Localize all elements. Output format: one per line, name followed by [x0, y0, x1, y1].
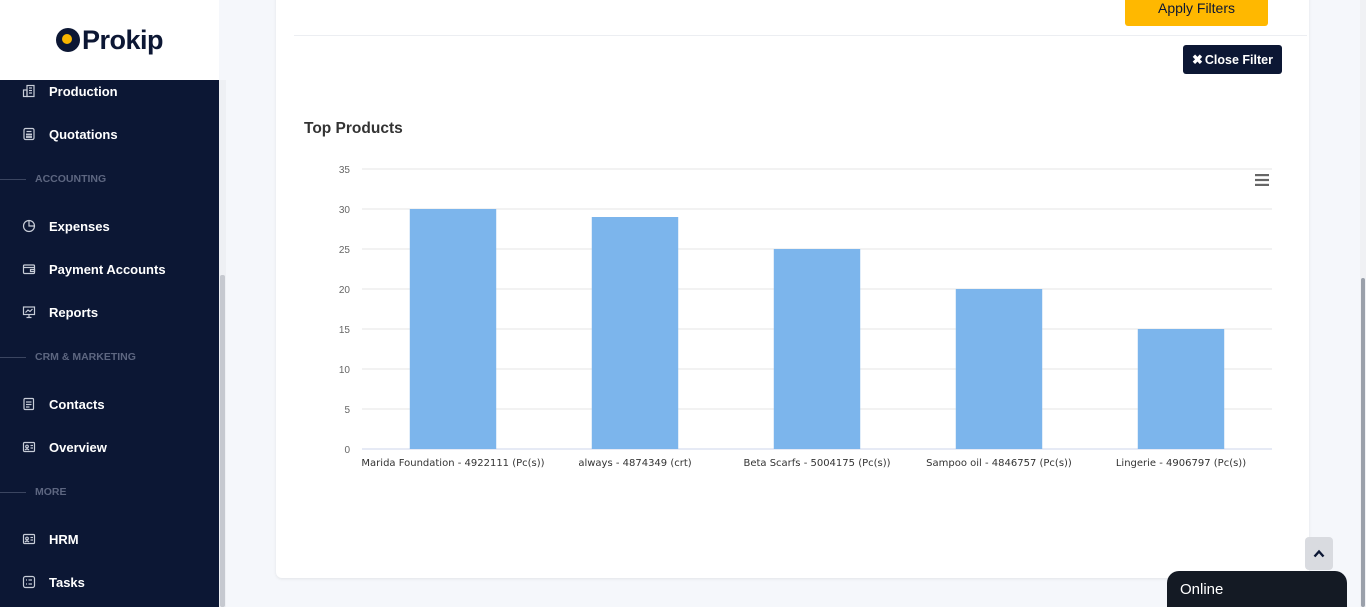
- sidebar-item-label: Payment Accounts: [49, 261, 166, 277]
- sidebar-item-label: Expenses: [49, 218, 110, 234]
- close-icon: ✖: [1192, 51, 1203, 67]
- scroll-to-top-button[interactable]: [1305, 537, 1333, 570]
- logo-mark-icon: [55, 28, 80, 52]
- bar: [1137, 329, 1225, 449]
- brand-logo[interactable]: Prokip: [55, 24, 164, 56]
- online-status-label: Online: [1180, 580, 1224, 598]
- y-tick-label: 10: [339, 365, 351, 376]
- contacts-icon: [22, 397, 36, 411]
- y-tick-label: 0: [344, 445, 350, 456]
- y-tick-label: 15: [339, 325, 351, 336]
- x-tick-label: Lingerie - 4906797 (Pc(s)): [1116, 458, 1246, 469]
- main-content: Apply Filters ✖ Close Filter Top Product…: [226, 0, 1366, 607]
- id-card-icon: [22, 532, 36, 546]
- sidebar-item-production[interactable]: Production: [0, 76, 219, 106]
- id-card-icon: [22, 440, 36, 454]
- page-scrollbar[interactable]: [1360, 0, 1366, 607]
- sidebar-item-label: Quotations: [49, 126, 118, 142]
- sidebar-scrollbar[interactable]: [219, 80, 226, 607]
- sidebar-scrollbar-thumb[interactable]: [220, 275, 225, 607]
- sidebar-item-expenses[interactable]: Expenses: [0, 211, 219, 241]
- section-accounting: ACCOUNTING: [0, 171, 219, 187]
- brand-name: Prokip: [81, 24, 164, 55]
- sidebar-item-label: Reports: [49, 304, 99, 320]
- y-tick-label: 20: [339, 285, 351, 296]
- section-more: MORE: [0, 484, 219, 500]
- sidebar-item-reports[interactable]: Reports: [0, 297, 219, 327]
- tasks-icon: [22, 575, 36, 589]
- y-tick-label: 30: [339, 205, 351, 216]
- page-scrollbar-thumb[interactable]: [1361, 278, 1365, 607]
- chevron-up-icon: [1313, 549, 1325, 558]
- sidebar-item-overview[interactable]: Overview: [0, 432, 219, 462]
- chart-title: Top Products: [304, 120, 403, 137]
- bar: [591, 217, 679, 449]
- sidebar-item-label: HRM: [49, 531, 79, 547]
- pie-icon: [22, 219, 36, 233]
- section-crm-marketing: CRM & MARKETING: [0, 349, 219, 365]
- sidebar-item-tasks[interactable]: Tasks: [0, 567, 219, 597]
- sidebar-item-quotations[interactable]: Quotations: [0, 119, 219, 149]
- sidebar-item-label: Overview: [49, 439, 107, 455]
- sidebar: Prokip Production Quotations ACCOUNTING …: [0, 0, 219, 607]
- sidebar-item-label: Tasks: [49, 574, 85, 590]
- apply-filters-button[interactable]: Apply Filters: [1125, 0, 1268, 26]
- calculator-icon: [22, 127, 36, 141]
- x-tick-label: Beta Scarfs - 5004175 (Pc(s)): [743, 458, 890, 469]
- y-tick-label: 5: [344, 405, 350, 416]
- close-filter-label: Close Filter: [1204, 52, 1273, 67]
- logo-area: Prokip: [0, 0, 219, 80]
- close-filter-button[interactable]: ✖ Close Filter: [1183, 45, 1282, 74]
- wallet-icon: [22, 262, 36, 276]
- bar: [409, 209, 497, 449]
- y-tick-label: 35: [339, 165, 351, 176]
- bar: [773, 249, 861, 449]
- y-tick-label: 25: [339, 245, 351, 256]
- bar: [955, 289, 1043, 449]
- divider: [294, 35, 1307, 36]
- presentation-icon: [22, 305, 36, 319]
- building-icon: [22, 84, 36, 98]
- sidebar-item-payment-accounts[interactable]: Payment Accounts: [0, 254, 219, 284]
- bar-chart: 0 5 10 15 20 25 30 35 Marida Foundation - 492211…: [339, 165, 1272, 469]
- online-chat-widget[interactable]: Online: [1167, 571, 1347, 607]
- x-tick-label: Sampoo oil - 4846757 (Pc(s)): [926, 458, 1072, 469]
- sidebar-item-contacts[interactable]: Contacts: [0, 389, 219, 419]
- chart-menu-icon[interactable]: [1254, 173, 1270, 187]
- x-tick-label: always - 4874349 (crt): [578, 458, 691, 469]
- x-tick-label: Marida Foundation - 4922111 (Pc(s)): [361, 458, 544, 469]
- sidebar-item-hrm[interactable]: HRM: [0, 524, 219, 554]
- sidebar-item-label: Contacts: [49, 396, 105, 412]
- sidebar-item-label: Production: [49, 83, 118, 99]
